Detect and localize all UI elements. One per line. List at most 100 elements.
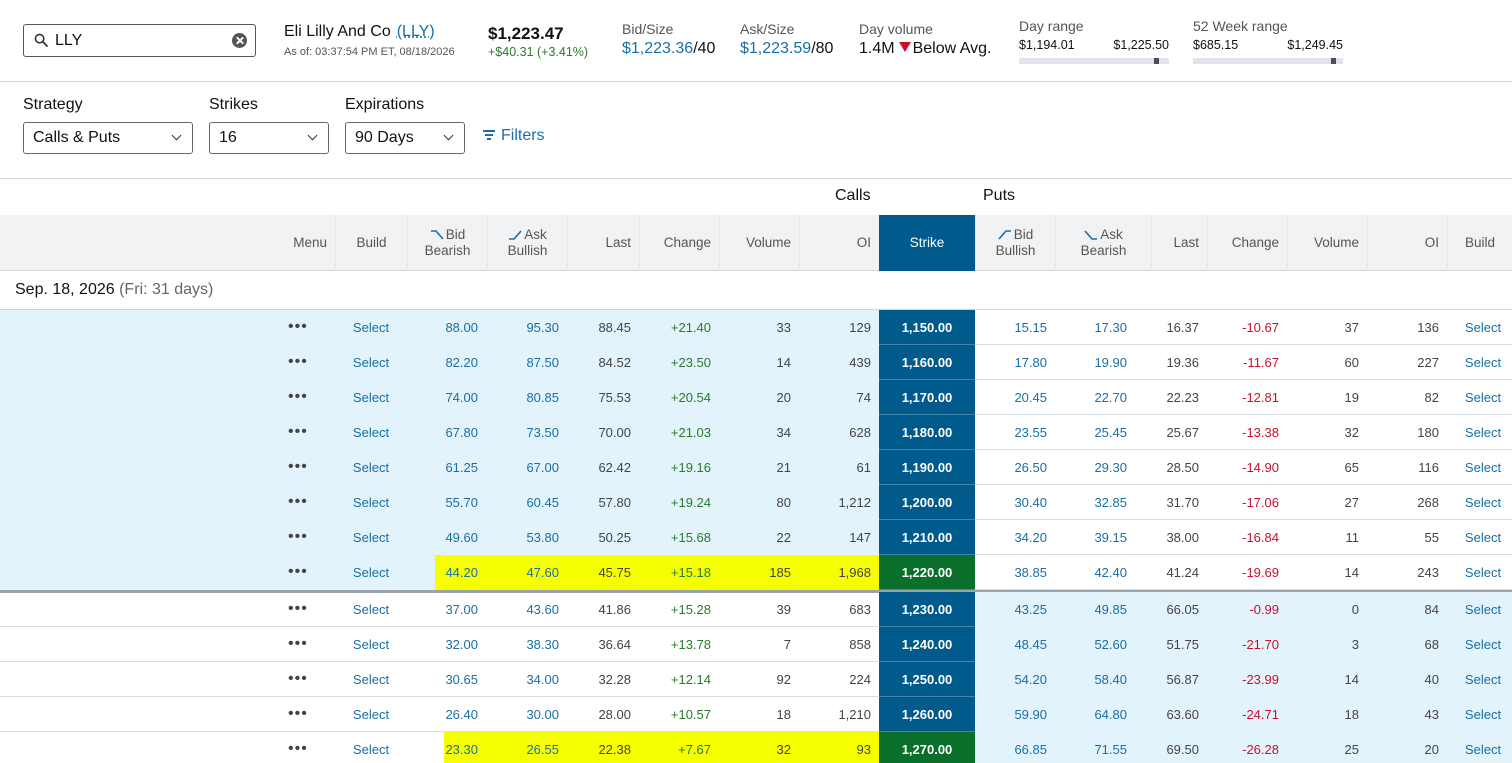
put-bid-cell[interactable]: 54.20 xyxy=(975,662,1047,697)
call-ask-cell[interactable]: 73.50 xyxy=(487,415,559,450)
strikes-select[interactable]: 16 xyxy=(209,122,329,154)
put-build-select-link[interactable]: Select xyxy=(1447,697,1512,732)
call-ask-cell[interactable]: 47.60 xyxy=(487,555,559,590)
strike-cell[interactable]: 1,160.00 xyxy=(879,345,975,380)
symbol-search-box[interactable] xyxy=(23,24,256,57)
call-ask-cell[interactable]: 87.50 xyxy=(487,345,559,380)
put-bid-cell[interactable]: 23.55 xyxy=(975,415,1047,450)
symbol-link[interactable]: (LLY) xyxy=(397,23,435,40)
call-ask-cell[interactable]: 43.60 xyxy=(487,592,559,627)
call-ask-cell[interactable]: 53.80 xyxy=(487,520,559,555)
call-build-select-link[interactable]: Select xyxy=(335,450,407,485)
call-bid-cell[interactable]: 88.00 xyxy=(407,310,478,345)
put-build-select-link[interactable]: Select xyxy=(1447,415,1512,450)
put-ask-cell[interactable]: 71.55 xyxy=(1055,732,1127,763)
more-horizontal-icon[interactable]: ••• xyxy=(288,520,308,555)
put-build-select-link[interactable]: Select xyxy=(1447,555,1512,590)
put-ask-cell[interactable]: 64.80 xyxy=(1055,697,1127,732)
put-ask-cell[interactable]: 39.15 xyxy=(1055,520,1127,555)
put-build-select-link[interactable]: Select xyxy=(1447,345,1512,380)
put-build-select-link[interactable]: Select xyxy=(1447,592,1512,627)
call-build-select-link[interactable]: Select xyxy=(335,310,407,345)
filters-button[interactable]: Filters xyxy=(483,127,545,145)
put-build-select-link[interactable]: Select xyxy=(1447,520,1512,555)
strike-cell[interactable]: 1,170.00 xyxy=(879,380,975,415)
put-bid-cell[interactable]: 17.80 xyxy=(975,345,1047,380)
put-ask-cell[interactable]: 58.40 xyxy=(1055,662,1127,697)
call-bid-cell[interactable]: 30.65 xyxy=(407,662,478,697)
symbol-search-input[interactable] xyxy=(55,30,225,51)
clear-icon[interactable] xyxy=(232,33,247,48)
call-bid-cell[interactable]: 67.80 xyxy=(407,415,478,450)
put-bid-cell[interactable]: 48.45 xyxy=(975,627,1047,662)
strategy-select[interactable]: Calls & Puts xyxy=(23,122,193,154)
col-put-change[interactable]: Change xyxy=(1207,215,1287,271)
put-ask-cell[interactable]: 29.30 xyxy=(1055,450,1127,485)
more-horizontal-icon[interactable]: ••• xyxy=(288,485,308,520)
put-bid-cell[interactable]: 15.15 xyxy=(975,310,1047,345)
col-put-last[interactable]: Last xyxy=(1151,215,1207,271)
call-bid-cell[interactable]: 82.20 xyxy=(407,345,478,380)
put-bid-cell[interactable]: 43.25 xyxy=(975,592,1047,627)
call-bid-cell[interactable]: 49.60 xyxy=(407,520,478,555)
put-bid-cell[interactable]: 66.85 xyxy=(975,732,1047,763)
col-call-change[interactable]: Change xyxy=(639,215,719,271)
put-build-select-link[interactable]: Select xyxy=(1447,450,1512,485)
put-bid-cell[interactable]: 38.85 xyxy=(975,555,1047,590)
call-bid-cell[interactable]: 74.00 xyxy=(407,380,478,415)
call-build-select-link[interactable]: Select xyxy=(335,555,407,590)
more-horizontal-icon[interactable]: ••• xyxy=(288,697,308,732)
call-bid-cell[interactable]: 32.00 xyxy=(407,627,478,662)
more-horizontal-icon[interactable]: ••• xyxy=(288,662,308,697)
strike-cell[interactable]: 1,150.00 xyxy=(879,310,975,345)
put-bid-cell[interactable]: 30.40 xyxy=(975,485,1047,520)
call-build-select-link[interactable]: Select xyxy=(335,662,407,697)
call-ask-cell[interactable]: 30.00 xyxy=(487,697,559,732)
more-horizontal-icon[interactable]: ••• xyxy=(288,415,308,450)
call-bid-cell[interactable]: 55.70 xyxy=(407,485,478,520)
more-horizontal-icon[interactable]: ••• xyxy=(288,310,308,345)
put-build-select-link[interactable]: Select xyxy=(1447,662,1512,697)
call-ask-cell[interactable]: 60.45 xyxy=(487,485,559,520)
more-horizontal-icon[interactable]: ••• xyxy=(288,592,308,627)
put-ask-cell[interactable]: 19.90 xyxy=(1055,345,1127,380)
call-bid-cell[interactable]: 61.25 xyxy=(407,450,478,485)
call-ask-cell[interactable]: 34.00 xyxy=(487,662,559,697)
strike-cell[interactable]: 1,200.00 xyxy=(879,485,975,520)
col-put-oi[interactable]: OI xyxy=(1367,215,1447,271)
call-build-select-link[interactable]: Select xyxy=(335,380,407,415)
more-horizontal-icon[interactable]: ••• xyxy=(288,627,308,662)
call-build-select-link[interactable]: Select xyxy=(335,697,407,732)
call-build-select-link[interactable]: Select xyxy=(335,485,407,520)
put-build-select-link[interactable]: Select xyxy=(1447,732,1512,763)
strike-cell[interactable]: 1,270.00 xyxy=(879,732,975,763)
strike-cell[interactable]: 1,180.00 xyxy=(879,415,975,450)
call-bid-cell[interactable]: 37.00 xyxy=(407,592,478,627)
strike-cell[interactable]: 1,190.00 xyxy=(879,450,975,485)
put-ask-cell[interactable]: 17.30 xyxy=(1055,310,1127,345)
more-horizontal-icon[interactable]: ••• xyxy=(288,345,308,380)
strike-cell[interactable]: 1,260.00 xyxy=(879,697,975,732)
col-call-last[interactable]: Last xyxy=(567,215,639,271)
more-horizontal-icon[interactable]: ••• xyxy=(288,555,308,590)
call-bid-cell[interactable]: 44.20 xyxy=(407,555,478,590)
strike-cell[interactable]: 1,230.00 xyxy=(879,592,975,627)
col-strike[interactable]: Strike xyxy=(879,215,975,271)
strike-cell[interactable]: 1,250.00 xyxy=(879,662,975,697)
call-build-select-link[interactable]: Select xyxy=(335,732,407,763)
put-build-select-link[interactable]: Select xyxy=(1447,485,1512,520)
call-bid-cell[interactable]: 26.40 xyxy=(407,697,478,732)
col-call-volume[interactable]: Volume xyxy=(719,215,799,271)
put-bid-cell[interactable]: 26.50 xyxy=(975,450,1047,485)
more-horizontal-icon[interactable]: ••• xyxy=(288,450,308,485)
call-ask-cell[interactable]: 67.00 xyxy=(487,450,559,485)
put-build-select-link[interactable]: Select xyxy=(1447,627,1512,662)
strike-cell[interactable]: 1,210.00 xyxy=(879,520,975,555)
call-build-select-link[interactable]: Select xyxy=(335,520,407,555)
call-ask-cell[interactable]: 38.30 xyxy=(487,627,559,662)
strike-cell[interactable]: 1,240.00 xyxy=(879,627,975,662)
col-call-ask[interactable]: Ask Bullish xyxy=(487,215,567,271)
strike-cell[interactable]: 1,220.00 xyxy=(879,555,975,590)
col-call-oi[interactable]: OI xyxy=(799,215,879,271)
col-put-bid[interactable]: Bid Bullish xyxy=(975,215,1055,271)
